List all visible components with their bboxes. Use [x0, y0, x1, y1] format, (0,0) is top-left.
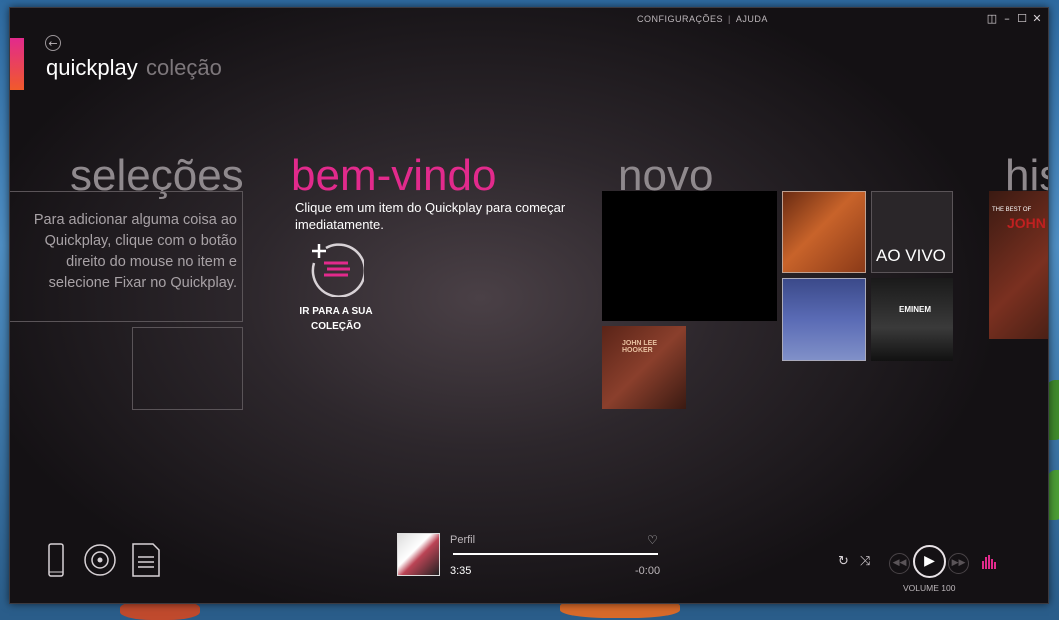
minimize-button[interactable]: –: [1000, 12, 1014, 25]
collection-icon[interactable]: [308, 241, 364, 297]
nav-link-colecao[interactable]: coleção: [146, 55, 222, 81]
help-link[interactable]: AJUDA: [736, 14, 768, 24]
top-links: CONFIGURAÇÕES | AJUDA: [637, 14, 768, 24]
playlist-icon[interactable]: [129, 543, 163, 577]
shuffle-icon[interactable]: ⤨: [860, 554, 870, 569]
back-arrow-icon[interactable]: ←: [45, 35, 61, 51]
history-tile[interactable]: THE BEST OF JOHN: [989, 191, 1048, 339]
bestof-art-text: THE BEST OF: [992, 207, 1032, 213]
repeat-icon[interactable]: ↻: [838, 554, 849, 569]
volume-label[interactable]: VOLUME 100: [903, 583, 955, 593]
hooker-art-text: JOHN LEE HOOKER: [622, 340, 658, 354]
remaining-time: -0:00: [635, 565, 661, 577]
album-tile-hooker[interactable]: JOHN LEE HOOKER: [602, 326, 686, 409]
go-to-collection-link[interactable]: IR PARA A SUA COLEÇÃO: [286, 304, 386, 334]
album-tile[interactable]: [782, 278, 866, 361]
accent-bar: [10, 38, 24, 90]
disc-icon[interactable]: [83, 543, 117, 577]
empty-pin-tile[interactable]: [132, 327, 243, 410]
video-tile[interactable]: [602, 191, 777, 321]
play-icon[interactable]: ▶: [913, 545, 946, 578]
next-icon[interactable]: ▶▶: [948, 553, 969, 574]
live-tile-label: AO VIVO: [876, 246, 946, 265]
zune-window: ← quickplay coleção CONFIGURAÇÕES | AJUDA …: [9, 7, 1049, 604]
previous-icon[interactable]: ◀◀: [889, 553, 910, 574]
album-tile[interactable]: [782, 191, 866, 273]
nav-title-quickplay[interactable]: quickplay: [46, 55, 138, 81]
live-tile[interactable]: AO VIVO: [871, 191, 953, 273]
welcome-text: Clique em um item do Quickplay para come…: [295, 200, 566, 232]
now-playing-title[interactable]: Perfil: [450, 534, 475, 546]
elapsed-time: 3:35: [450, 565, 472, 577]
close-button[interactable]: ✕: [1030, 12, 1044, 25]
eminem-art-text: EMINEM: [899, 305, 931, 314]
progress-bar[interactable]: [453, 553, 658, 555]
phone-icon[interactable]: [43, 543, 77, 577]
now-playing-album-art[interactable]: [397, 533, 440, 576]
pin-hint-box: Para adicionar alguma coisa ao Quickplay…: [10, 191, 243, 322]
settings-link[interactable]: CONFIGURAÇÕES: [637, 14, 723, 24]
equalizer-icon[interactable]: [982, 555, 998, 569]
hooker-big-art-text: JOHN: [1007, 215, 1046, 231]
section-heading-bem-vindo: bem-vindo: [291, 151, 497, 200]
maximize-button[interactable]: ☐: [1015, 12, 1029, 25]
compact-mode-icon[interactable]: ◫: [985, 12, 999, 25]
album-tile-eminem[interactable]: EMINEM: [871, 278, 953, 361]
heart-icon[interactable]: ♡: [647, 533, 658, 547]
link-separator: |: [728, 14, 731, 24]
